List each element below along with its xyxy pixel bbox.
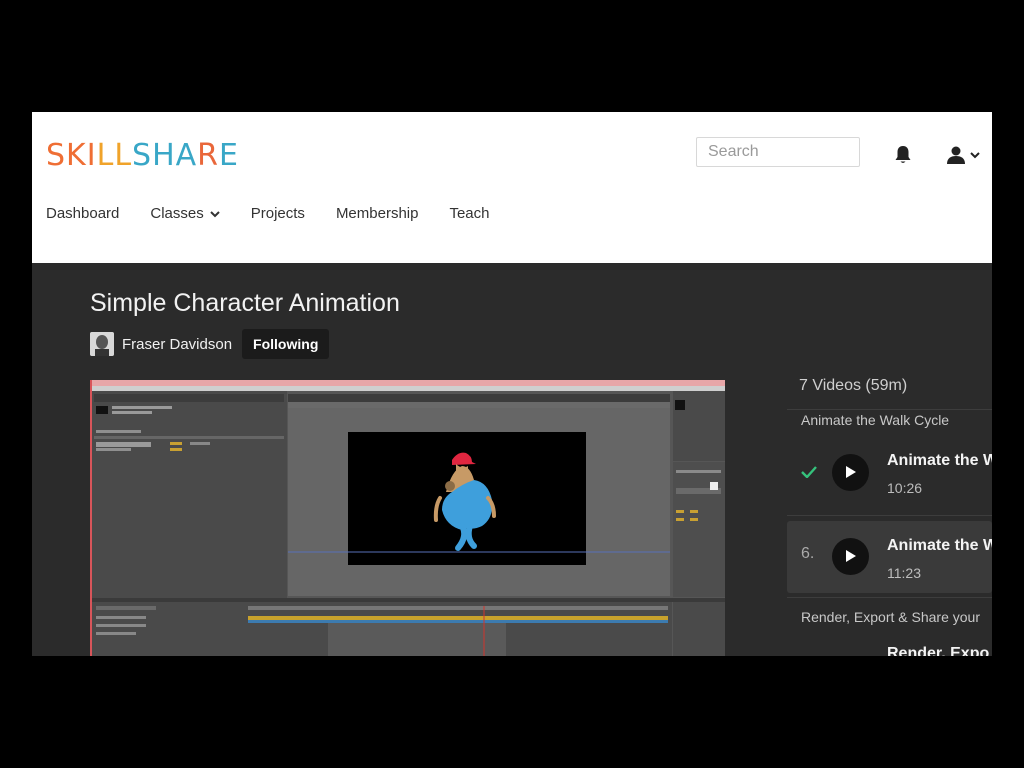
lesson-title: Animate the W <box>887 537 992 554</box>
video-frame <box>90 380 725 656</box>
section-heading: Animate the Walk Cycle <box>801 412 950 428</box>
play-icon <box>846 550 856 562</box>
browser-viewport: SKILLSHARE Dashboard Classes Project <box>32 112 992 656</box>
logo-letter: A <box>175 138 198 173</box>
user-menu[interactable] <box>946 145 986 165</box>
logo-letter: R <box>197 138 220 173</box>
play-icon <box>846 466 856 478</box>
logo-letter: L <box>96 138 115 173</box>
author-row: Fraser Davidson Following <box>90 329 330 359</box>
playlist-count: 7 Videos (59m) <box>799 377 908 394</box>
chevron-down-icon <box>210 210 220 217</box>
divider <box>787 515 992 516</box>
main-nav: Dashboard Classes Projects Membership Te… <box>46 205 521 222</box>
search-input[interactable] <box>696 137 860 167</box>
lesson-duration: 11:23 <box>887 565 921 581</box>
divider <box>787 409 992 410</box>
logo-letter: S <box>132 138 153 173</box>
course-title: Simple Character Animation <box>90 289 400 317</box>
logo-letter: K <box>66 138 87 173</box>
following-button[interactable]: Following <box>242 329 330 359</box>
author-name[interactable]: Fraser Davidson <box>122 336 232 353</box>
logo-letter: L <box>114 138 133 173</box>
site-header: SKILLSHARE Dashboard Classes Project <box>32 112 992 263</box>
nav-teach-label: Teach <box>449 205 490 222</box>
logo-letter: S <box>46 138 67 173</box>
lesson-duration: 10:26 <box>887 480 923 496</box>
lesson-title: Animate the W <box>887 452 992 469</box>
notifications-bell-icon[interactable] <box>894 145 914 165</box>
logo-letter: I <box>86 138 97 173</box>
lesson-item[interactable]: Animate the W 10:26 <box>787 436 992 508</box>
user-icon <box>947 146 965 164</box>
skillshare-logo[interactable]: SKILLSHARE <box>46 138 239 173</box>
nav-teach[interactable]: Teach <box>449 205 489 222</box>
lesson-item-active[interactable]: 6. Animate the W 11:23 <box>787 521 992 593</box>
lesson-title[interactable]: Render, Expo <box>887 645 989 656</box>
chevron-down-icon <box>970 152 980 159</box>
checkmark-icon <box>801 466 817 478</box>
author-avatar[interactable] <box>90 332 114 356</box>
divider <box>787 597 992 598</box>
nav-projects-label: Projects <box>250 205 305 222</box>
video-player[interactable] <box>90 380 725 656</box>
nav-dashboard[interactable]: Dashboard <box>46 205 119 222</box>
nav-projects[interactable]: Projects <box>251 205 305 222</box>
lesson-number: 6. <box>801 545 815 562</box>
nav-classes[interactable]: Classes <box>150 205 220 222</box>
logo-letter: E <box>219 138 239 173</box>
nav-dashboard-label: Dashboard <box>46 205 120 222</box>
logo-letter: H <box>152 138 176 173</box>
nav-classes-label: Classes <box>150 205 204 222</box>
section-heading: Render, Export & Share your <box>801 609 980 625</box>
play-button[interactable] <box>832 454 869 491</box>
nav-membership[interactable]: Membership <box>336 205 419 222</box>
play-button[interactable] <box>832 538 869 575</box>
nav-membership-label: Membership <box>335 205 419 222</box>
